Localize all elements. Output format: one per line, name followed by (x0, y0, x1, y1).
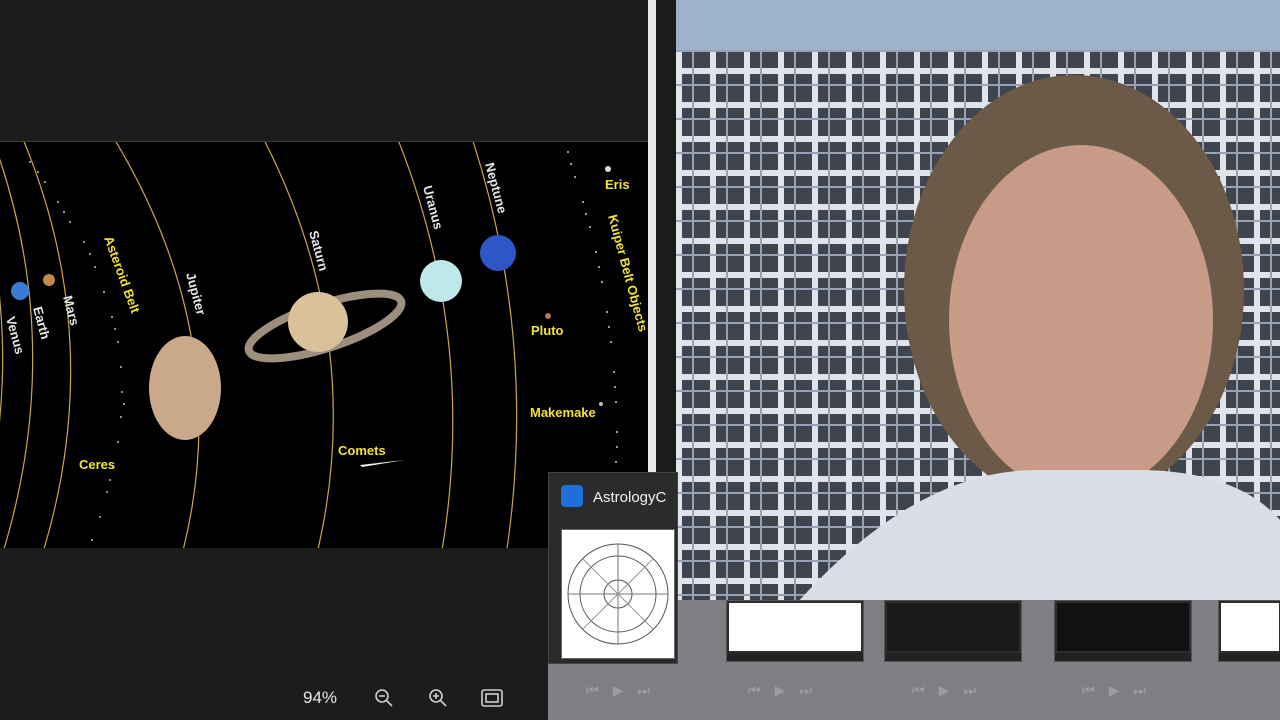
jupiter-icon (149, 336, 221, 440)
label-kuiper-belt: Kuiper Belt Objects (605, 213, 648, 333)
eris-icon (605, 166, 611, 172)
media-controls-3: ⏮ ▶ ⏭ (912, 682, 976, 699)
app-icon (561, 485, 583, 507)
neptune-icon (480, 235, 516, 271)
next-icon[interactable]: ⏭ (1133, 682, 1146, 699)
label-comets: Comets (338, 443, 386, 458)
zoom-in-icon (429, 689, 447, 707)
label-pluto: Pluto (531, 323, 564, 338)
label-eris: Eris (605, 177, 630, 192)
label-uranus: Uranus (420, 184, 446, 231)
previous-icon[interactable]: ⏮ (586, 682, 599, 699)
uranus-icon (420, 260, 462, 302)
fit-page-button[interactable] (472, 678, 512, 718)
asteroid-belt-dots (29, 161, 125, 541)
pluto-icon (545, 313, 551, 319)
play-icon[interactable]: ▶ (1109, 682, 1120, 699)
zoom-out-button[interactable] (364, 678, 404, 718)
saturn-icon (288, 292, 348, 352)
media-controls-4: ⏮ ▶ ⏭ (1082, 682, 1146, 699)
makemake-icon (599, 402, 603, 406)
label-asteroid-belt: Asteroid Belt (101, 234, 143, 316)
task-preview-3[interactable] (884, 600, 1022, 662)
label-earth: Earth (30, 305, 53, 341)
task-preview-2[interactable] (726, 600, 864, 662)
zoom-level: 94% (302, 688, 338, 707)
task-preview-4[interactable] (1054, 600, 1192, 662)
sky-strip (676, 0, 1280, 50)
play-icon[interactable]: ▶ (775, 682, 786, 699)
next-icon[interactable]: ⏭ (637, 682, 650, 699)
label-jupiter: Jupiter (183, 271, 209, 317)
viewer-toolbar: 94% (290, 676, 560, 720)
webcam-video (676, 0, 1280, 604)
zoom-in-button[interactable] (418, 678, 458, 718)
next-icon[interactable]: ⏭ (799, 682, 812, 699)
label-venus: Venus (3, 315, 27, 356)
media-controls-2: ⏮ ▶ ⏭ (748, 682, 812, 699)
previous-icon[interactable]: ⏮ (1082, 682, 1095, 699)
task-preview-5[interactable] (1218, 600, 1280, 662)
astrology-chart-thumbnail (561, 529, 675, 659)
previous-icon[interactable]: ⏮ (748, 682, 761, 699)
label-mars: Mars (60, 294, 82, 327)
previous-icon[interactable]: ⏮ (912, 682, 925, 699)
comet-icon (360, 460, 405, 467)
mars-icon (43, 274, 55, 286)
play-icon[interactable]: ▶ (613, 682, 624, 699)
zoom-out-icon (375, 689, 393, 707)
label-ceres: Ceres (79, 457, 115, 472)
next-icon[interactable]: ⏭ (963, 682, 976, 699)
fit-page-icon (481, 689, 503, 707)
window-title: AstrologyC (593, 489, 667, 506)
taskbar-window-preview[interactable]: AstrologyC (548, 472, 678, 664)
earth-icon (11, 282, 29, 300)
face (949, 145, 1213, 495)
label-makemake: Makemake (530, 405, 596, 420)
label-saturn: Saturn (306, 229, 331, 273)
media-controls-1: ⏮ ▶ ⏭ (586, 682, 650, 699)
play-icon[interactable]: ▶ (939, 682, 950, 699)
